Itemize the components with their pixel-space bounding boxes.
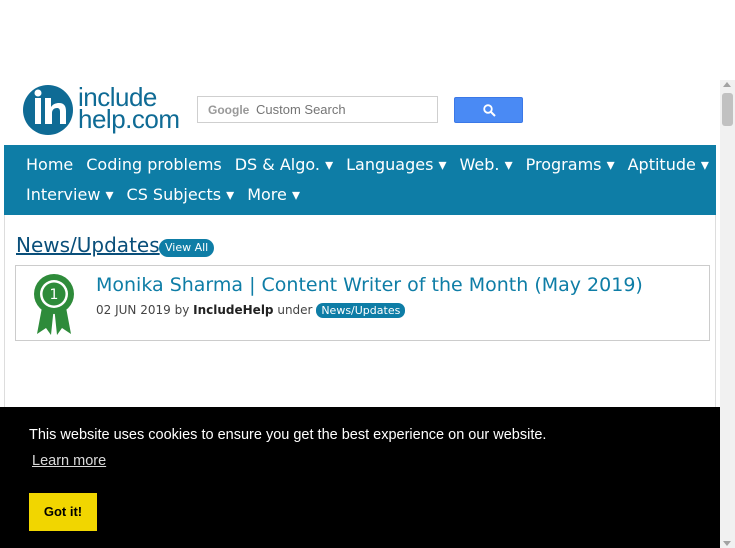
nav-item-cs-subjects[interactable]: CS Subjects ▾	[120, 185, 241, 205]
article-by: by	[174, 303, 190, 317]
nav-row-2: Interview ▾ CS Subjects ▾ More ▾	[4, 185, 306, 205]
scroll-thumb[interactable]	[722, 93, 733, 126]
main-nav: Home Coding problems DS & Algo. ▾ Langua…	[4, 145, 716, 215]
nav-item-aptitude[interactable]: Aptitude ▾	[621, 155, 715, 175]
nav-item-interview[interactable]: Interview ▾	[4, 185, 120, 205]
google-brand-label: Google	[208, 103, 250, 117]
nav-item-ds-algo[interactable]: DS & Algo. ▾	[228, 155, 339, 175]
search-button[interactable]	[454, 97, 523, 123]
article-date: 02 JUN 2019	[96, 303, 171, 317]
nav-item-more[interactable]: More ▾	[240, 185, 306, 205]
view-all-button[interactable]: View All	[159, 239, 215, 257]
scroll-down-arrow-icon[interactable]	[723, 541, 731, 546]
search-icon	[483, 104, 496, 117]
article-under: under	[277, 303, 313, 317]
article-title[interactable]: Monika Sharma | Content Writer of the Mo…	[96, 274, 643, 296]
award-ribbon-icon: 1	[34, 274, 74, 335]
cookie-accept-button[interactable]: Got it!	[29, 493, 97, 531]
nav-item-coding-problems[interactable]: Coding problems	[79, 155, 227, 175]
search-placeholder: Custom Search	[256, 102, 346, 117]
logo-line-2: help.com	[78, 104, 180, 134]
section-title[interactable]: News/Updates	[16, 233, 160, 257]
cookie-message: This website uses cookies to ensure you …	[29, 427, 547, 443]
badge-number: 1	[50, 287, 59, 303]
logo-mark-icon	[23, 85, 73, 135]
scroll-up-arrow-icon[interactable]	[723, 82, 731, 87]
nav-item-programs[interactable]: Programs ▾	[519, 155, 621, 175]
article-card: 1 Monika Sharma | Content Writer of the …	[15, 265, 710, 341]
search-input[interactable]: Google Custom Search	[197, 96, 438, 123]
nav-item-home[interactable]: Home	[4, 155, 79, 175]
article-meta: 02 JUN 2019 by IncludeHelp under News/Up…	[96, 303, 406, 318]
nav-item-web[interactable]: Web. ▾	[453, 155, 519, 175]
article-tag[interactable]: News/Updates	[316, 303, 406, 318]
nav-row-1: Home Coding problems DS & Algo. ▾ Langua…	[4, 155, 715, 175]
logo-text: include help.com	[78, 84, 180, 134]
cookie-banner: This website uses cookies to ensure you …	[0, 407, 720, 548]
learn-more-link[interactable]: Learn more	[32, 453, 106, 469]
page-scrollbar[interactable]	[720, 80, 735, 548]
site-logo[interactable]: include help.com	[22, 84, 184, 136]
nav-item-languages[interactable]: Languages ▾	[339, 155, 452, 175]
article-author[interactable]: IncludeHelp	[193, 303, 273, 317]
